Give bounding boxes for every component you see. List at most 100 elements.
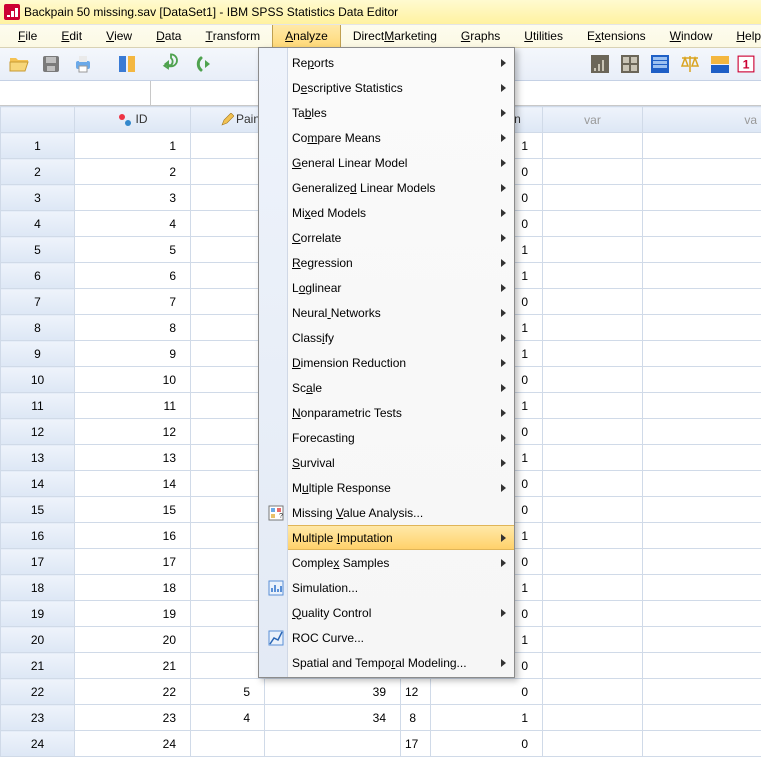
value-labels-button[interactable] xyxy=(707,51,733,77)
corner-cell[interactable] xyxy=(1,107,75,133)
analyze-menu-multiple-response[interactable]: Multiple Response xyxy=(288,475,514,500)
cell-v2[interactable] xyxy=(643,185,761,211)
cell-var[interactable] xyxy=(543,185,643,211)
menu-transform[interactable]: Transform xyxy=(193,25,272,47)
cell-v2[interactable] xyxy=(643,159,761,185)
cell-id[interactable]: 6 xyxy=(75,263,191,289)
cell-var[interactable] xyxy=(543,263,643,289)
menu-edit[interactable]: Edit xyxy=(49,25,94,47)
row-number[interactable]: 15 xyxy=(1,497,75,523)
cell-id[interactable]: 8 xyxy=(75,315,191,341)
analyze-menu-multiple-imputation[interactable]: Multiple Imputation xyxy=(288,525,514,550)
cell-var[interactable] xyxy=(543,133,643,159)
cell-pain[interactable] xyxy=(191,237,265,263)
cell-v2[interactable] xyxy=(643,445,761,471)
analyze-menu-dimension-reduction[interactable]: Dimension Reduction xyxy=(288,350,514,375)
cell-pain[interactable] xyxy=(191,601,265,627)
cell-var[interactable] xyxy=(543,367,643,393)
cell-v2[interactable] xyxy=(643,367,761,393)
open-button[interactable] xyxy=(6,51,32,77)
cell-v2[interactable] xyxy=(643,627,761,653)
cell-id[interactable]: 17 xyxy=(75,549,191,575)
cell-pain[interactable] xyxy=(191,445,265,471)
cell-var[interactable] xyxy=(543,653,643,679)
row-number[interactable]: 5 xyxy=(1,237,75,263)
cell-var[interactable] xyxy=(543,679,643,705)
chart-button-2[interactable] xyxy=(617,51,643,77)
col-header-var[interactable]: var xyxy=(543,107,643,133)
analyze-menu-simulation[interactable]: Simulation... xyxy=(288,575,514,600)
cell-pain[interactable] xyxy=(191,133,265,159)
menu-graphs[interactable]: Graphs xyxy=(449,25,512,47)
cell-id[interactable]: 1 xyxy=(75,133,191,159)
row-number[interactable]: 21 xyxy=(1,653,75,679)
row-number[interactable]: 16 xyxy=(1,523,75,549)
analyze-menu-compare-means[interactable]: Compare Means xyxy=(288,125,514,150)
cell-id[interactable]: 12 xyxy=(75,419,191,445)
cell-hidden1[interactable]: 34 xyxy=(265,705,401,731)
row-number[interactable]: 17 xyxy=(1,549,75,575)
analyze-menu-neural-networks[interactable]: Neural Networks xyxy=(288,300,514,325)
menu-direct-marketing[interactable]: Direct Marketing xyxy=(341,25,449,47)
row-number[interactable]: 7 xyxy=(1,289,75,315)
cell-id[interactable]: 10 xyxy=(75,367,191,393)
analyze-menu-loglinear[interactable]: Loglinear xyxy=(288,275,514,300)
cell-v2[interactable] xyxy=(643,575,761,601)
cell-v2[interactable] xyxy=(643,549,761,575)
cell-id[interactable]: 23 xyxy=(75,705,191,731)
cell-var[interactable] xyxy=(543,523,643,549)
analyze-menu-generalized-linear-models[interactable]: Generalized Linear Models xyxy=(288,175,514,200)
cell-v2[interactable] xyxy=(643,315,761,341)
cell-pain[interactable] xyxy=(191,341,265,367)
cell-var[interactable] xyxy=(543,575,643,601)
chart-button-1[interactable] xyxy=(587,51,613,77)
analyze-menu-spatial-and-temporal-modeling[interactable]: Spatial and Temporal Modeling... xyxy=(288,650,514,675)
cell-h[interactable]: 8 xyxy=(401,705,431,731)
cell-v2[interactable] xyxy=(643,731,761,757)
row-number[interactable]: 24 xyxy=(1,731,75,757)
analyze-menu-roc-curve[interactable]: ROC Curve... xyxy=(288,625,514,650)
cell-v2[interactable] xyxy=(643,211,761,237)
cell-radiation[interactable]: 0 xyxy=(431,731,543,757)
cell-pain[interactable] xyxy=(191,315,265,341)
menu-data[interactable]: Data xyxy=(144,25,193,47)
menu-extensions[interactable]: Extensions xyxy=(575,25,658,47)
row-number[interactable]: 8 xyxy=(1,315,75,341)
cell-pain[interactable] xyxy=(191,367,265,393)
cell-v2[interactable] xyxy=(643,653,761,679)
cell-var[interactable] xyxy=(543,731,643,757)
cell-var[interactable] xyxy=(543,211,643,237)
cell-var[interactable] xyxy=(543,419,643,445)
analyze-menu-forecasting[interactable]: Forecasting xyxy=(288,425,514,450)
row-number[interactable]: 9 xyxy=(1,341,75,367)
analyze-menu-complex-samples[interactable]: Complex Samples xyxy=(288,550,514,575)
cell-var[interactable] xyxy=(543,315,643,341)
cell-pain[interactable]: 4 xyxy=(191,705,265,731)
analyze-menu-general-linear-model[interactable]: General Linear Model xyxy=(288,150,514,175)
cell-pain[interactable] xyxy=(191,185,265,211)
cell-var[interactable] xyxy=(543,237,643,263)
analyze-menu-tables[interactable]: Tables xyxy=(288,100,514,125)
cell-var[interactable] xyxy=(543,497,643,523)
analyze-menu-correlate[interactable]: Correlate xyxy=(288,225,514,250)
recall-dialog-button[interactable] xyxy=(114,51,140,77)
row-number[interactable]: 11 xyxy=(1,393,75,419)
use-sets-button[interactable]: 1 xyxy=(737,51,755,77)
cell-v2[interactable] xyxy=(643,393,761,419)
row-number[interactable]: 18 xyxy=(1,575,75,601)
cell-v2[interactable] xyxy=(643,419,761,445)
cell-v2[interactable] xyxy=(643,237,761,263)
cell-id[interactable]: 13 xyxy=(75,445,191,471)
cell-v2[interactable] xyxy=(643,133,761,159)
cell-v2[interactable] xyxy=(643,679,761,705)
row-number[interactable]: 23 xyxy=(1,705,75,731)
cell-pain[interactable] xyxy=(191,731,265,757)
cell-pain[interactable] xyxy=(191,653,265,679)
cell-var[interactable] xyxy=(543,393,643,419)
row-number[interactable]: 13 xyxy=(1,445,75,471)
cell-id[interactable]: 21 xyxy=(75,653,191,679)
cell-pain[interactable] xyxy=(191,419,265,445)
print-button[interactable] xyxy=(70,51,96,77)
cell-id[interactable]: 24 xyxy=(75,731,191,757)
analyze-menu-quality-control[interactable]: Quality Control xyxy=(288,600,514,625)
